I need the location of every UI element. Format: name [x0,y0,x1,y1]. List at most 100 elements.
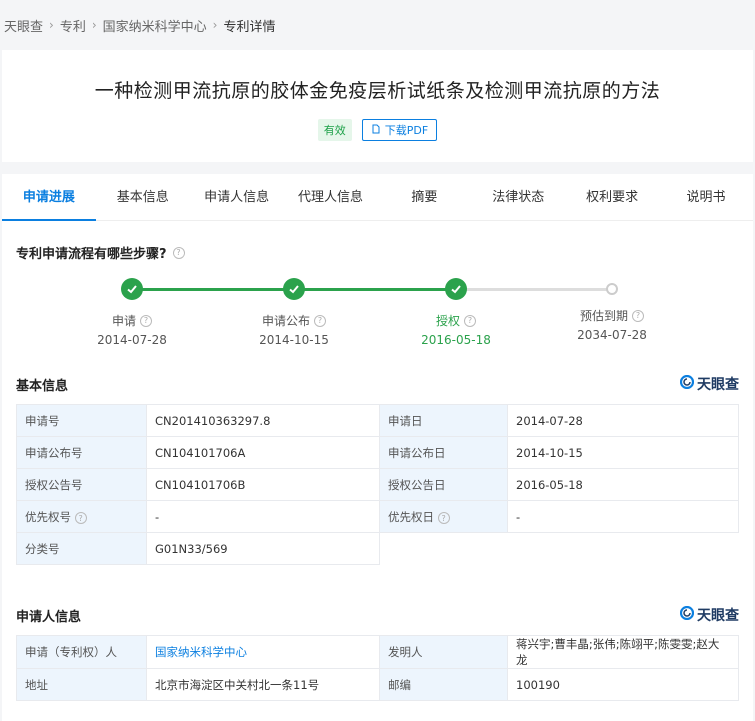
table-row: 申请（专利权）人 国家纳米科学中心 发明人 蒋兴宇;曹丰晶;张伟;陈翊平;陈雯雯… [16,635,739,669]
field-label: 申请号 [16,404,147,437]
field-value: 2014-10-15 [507,436,739,469]
field-label: 优先权号 [25,509,71,524]
field-label: 优先权日 [388,509,434,524]
field-value: 2016-05-18 [507,468,739,501]
section-title: 基本信息 [16,378,69,394]
section-title: 申请人信息 [16,609,82,625]
step-date: 2034-07-28 [577,328,647,342]
table-row: 地址 北京市海淀区中关村北一条11号 邮编 100190 [16,668,739,701]
field-label: 分类号 [16,532,147,565]
progress-timeline: 申请? 2014-07-28 申请公布? 2014-10-15 授权? 2016… [16,278,739,372]
step-expiry: 预估到期? 2034-07-28 [552,278,672,342]
tab-claims[interactable]: 权利要求 [565,174,659,221]
tab-progress[interactable]: 申请进展 [2,174,96,221]
chevron-right-icon: › [212,18,218,32]
field-label: 发明人 [379,635,508,669]
pdf-icon [371,124,381,137]
patent-header: 一种检测甲流抗原的胶体金免疫层析试纸条及检测甲流抗原的方法 有效 下载PDF [2,50,753,162]
field-label-with-help: 优先权号 ? [16,500,147,533]
table-row: 分类号 G01N33/569 [16,532,739,565]
field-label: 申请（专利权）人 [16,635,147,669]
field-label-with-help: 优先权日 ? [379,500,508,533]
tab-bar: 申请进展 基本信息 申请人信息 代理人信息 摘要 法律状态 权利要求 说明书 [2,174,753,221]
field-value: G01N33/569 [146,532,380,565]
tab-applicant-info[interactable]: 申请人信息 [190,174,284,221]
process-question: 专利申请流程有哪些步骤? ? [16,221,739,262]
field-value: 2014-07-28 [507,404,739,437]
breadcrumb-home[interactable]: 天眼查 [4,16,43,35]
breadcrumb-current: 专利详情 [223,19,276,35]
brand-text: 天眼查 [697,608,739,624]
help-icon[interactable]: ? [437,512,450,524]
check-icon [121,278,143,300]
field-value: 国家纳米科学中心 [146,635,380,669]
brand-text: 天眼查 [697,377,739,393]
help-icon[interactable]: ? [464,314,476,327]
step-label: 预估到期 [579,309,628,323]
process-question-text: 专利申请流程有哪些步骤? [16,247,167,262]
empty-cell [508,533,739,565]
field-value: 蒋兴宇;曹丰晶;张伟;陈翊平;陈雯雯;赵大龙 [507,635,739,669]
field-value: - [507,500,739,533]
tianyancha-logo-icon [679,605,695,624]
field-label: 地址 [16,668,147,701]
help-icon[interactable]: ? [172,246,185,259]
patent-title: 一种检测甲流抗原的胶体金免疫层析试纸条及检测甲流抗原的方法 [94,80,661,102]
field-label: 申请公布日 [379,436,508,469]
help-icon[interactable]: ? [632,309,644,322]
field-value: CN201410363297.8 [146,404,380,437]
download-pdf-button[interactable]: 下载PDF [361,119,438,141]
main-content: 专利申请流程有哪些步骤? ? 申请? 2014-07-28 申请公布? 2014… [2,221,753,721]
table-row: 优先权号 ? - 优先权日 ? - [16,500,739,533]
table-row: 申请号 CN201410363297.8 申请日 2014-07-28 [16,404,739,437]
step-date: 2014-07-28 [97,333,167,347]
empty-cell [380,533,508,565]
pending-dot-icon [606,283,618,295]
field-label: 授权公告日 [379,468,508,501]
field-label: 授权公告号 [16,468,147,501]
step-grant: 授权? 2016-05-18 [396,278,516,347]
table-row: 授权公告号 CN104101706B 授权公告日 2016-05-18 [16,468,739,501]
step-apply: 申请? 2014-07-28 [72,278,192,347]
applicant-link[interactable]: 国家纳米科学中心 [155,645,247,659]
tab-description[interactable]: 说明书 [659,174,753,221]
check-icon [283,278,305,300]
tab-legal-status[interactable]: 法律状态 [471,174,565,221]
step-label: 申请公布 [261,314,310,328]
tab-basic-info[interactable]: 基本信息 [96,174,190,221]
field-value: CN104101706B [146,468,380,501]
applicant-info-header: 申请人信息 天眼查 [16,603,739,627]
check-icon [445,278,467,300]
field-value: 北京市海淀区中关村北一条11号 [146,668,380,701]
applicant-info-table: 申请（专利权）人 国家纳米科学中心 发明人 蒋兴宇;曹丰晶;张伟;陈翊平;陈雯雯… [16,635,739,701]
tab-agent-info[interactable]: 代理人信息 [284,174,378,221]
basic-info-table: 申请号 CN201410363297.8 申请日 2014-07-28 申请公布… [16,404,739,565]
basic-info-header: 基本信息 天眼查 [16,372,739,396]
field-value: CN104101706A [146,436,380,469]
step-date: 2014-10-15 [259,333,329,347]
chevron-right-icon: › [91,18,97,32]
help-icon[interactable]: ? [140,314,152,327]
tianyancha-logo-icon [679,374,695,393]
help-icon[interactable]: ? [314,314,326,327]
field-label: 邮编 [379,668,508,701]
field-value: 100190 [507,668,739,701]
help-icon[interactable]: ? [74,512,87,524]
status-badge: 有效 [317,119,352,141]
step-date: 2016-05-18 [421,333,491,347]
brand-logo: 天眼查 [679,374,739,394]
tab-abstract[interactable]: 摘要 [378,174,472,221]
download-pdf-label: 下载PDF [384,124,429,137]
step-label: 申请 [111,314,136,328]
field-label: 申请公布号 [16,436,147,469]
field-value: - [146,500,380,533]
breadcrumb: 天眼查 › 专利 › 国家纳米科学中心 › 专利详情 [0,0,755,50]
step-publish: 申请公布? 2014-10-15 [234,278,354,347]
table-row: 申请公布号 CN104101706A 申请公布日 2014-10-15 [16,436,739,469]
step-label: 授权 [435,314,460,328]
breadcrumb-org[interactable]: 国家纳米科学中心 [103,16,207,35]
chevron-right-icon: › [49,18,54,32]
brand-logo: 天眼查 [679,605,739,625]
breadcrumb-patent[interactable]: 专利 [60,16,86,35]
field-label: 申请日 [379,404,508,437]
